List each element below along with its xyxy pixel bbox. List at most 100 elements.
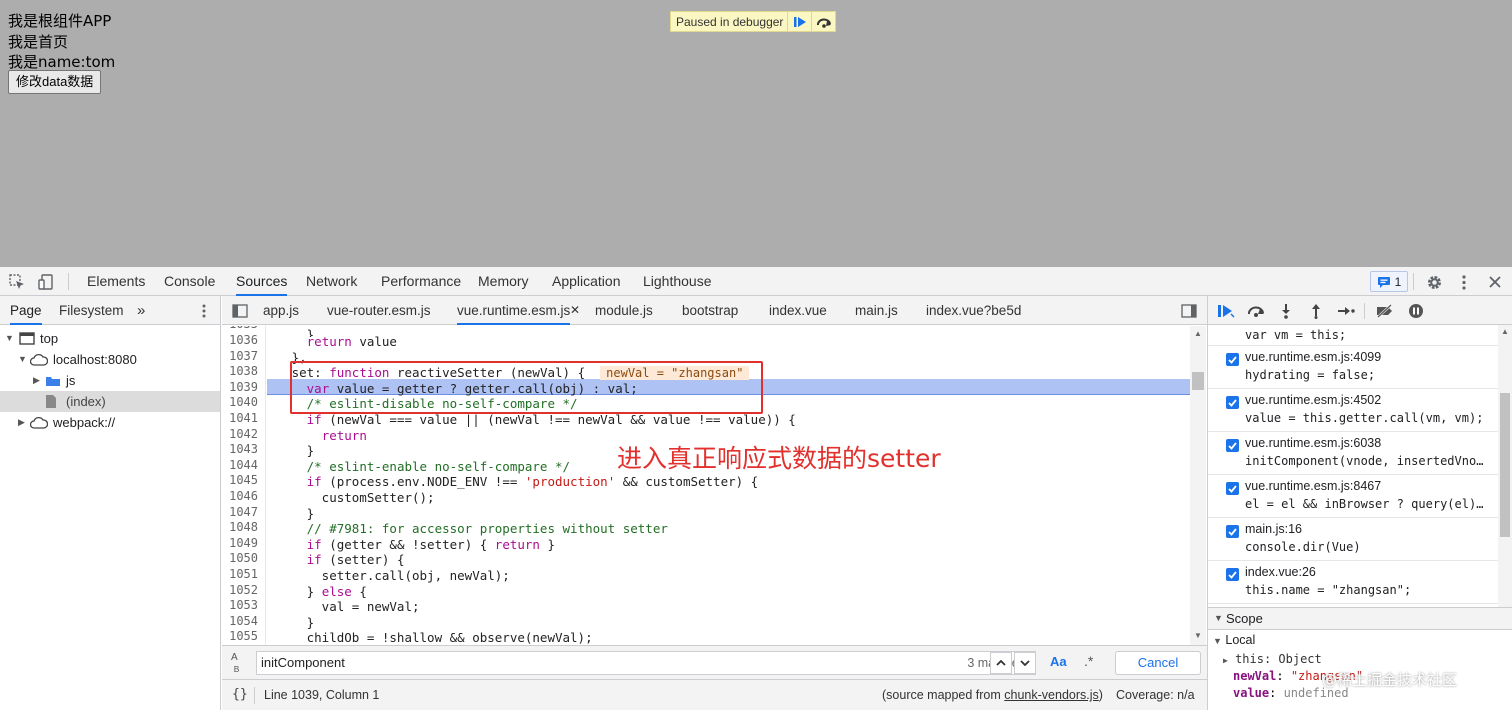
line-number: 1042 [229, 427, 258, 441]
match-case-button[interactable]: Aa [1050, 654, 1067, 669]
search-input[interactable]: initComponent 3 matches [256, 651, 1036, 675]
code-editor: app.js vue-router.esm.js vue.runtime.esm… [222, 296, 1207, 710]
tab-elements[interactable]: Elements [87, 267, 145, 296]
toggle-debugger-icon[interactable] [1180, 302, 1198, 319]
call-frame-item[interactable]: vue.runtime.esm.js:4099 hydrating = fals… [1208, 346, 1498, 389]
scope-section-header[interactable]: ▼ Scope [1208, 607, 1512, 630]
checkbox-icon[interactable] [1226, 396, 1239, 409]
modify-data-button[interactable]: 修改data数据 [8, 70, 102, 94]
cursor-position: Line 1039, Column 1 [264, 688, 380, 702]
cancel-search-button[interactable]: Cancel [1115, 651, 1201, 675]
close-devtools-icon[interactable] [1485, 272, 1505, 292]
line-number: 1036 [229, 333, 258, 347]
tab-sources[interactable]: Sources [236, 267, 288, 296]
pretty-print-icon[interactable]: {} [232, 687, 248, 702]
checkbox-icon[interactable] [1226, 482, 1239, 495]
scrollbar-thumb[interactable] [1192, 372, 1204, 390]
frame-location: vue.runtime.esm.js:6038 [1245, 436, 1382, 450]
call-frame-item[interactable]: index.vue:26 this.name = "zhangsan"; [1208, 561, 1498, 604]
file-tab-main-js[interactable]: main.js [855, 296, 898, 325]
line-numbers: 1035 1036 1037 1038 1039 1040 1041 1042 … [222, 326, 262, 646]
deactivate-breakpoints-icon[interactable] [1373, 301, 1397, 321]
nav-tab-filesystem[interactable]: Filesystem [59, 296, 124, 325]
source-map-link[interactable]: chunk-vendors.js [1004, 688, 1099, 702]
call-frame-item[interactable]: main.js:16 console.dir(Vue) [1208, 518, 1498, 561]
code-line: customSetter(); [269, 490, 435, 505]
divider [254, 687, 255, 704]
tab-application[interactable]: Application [552, 267, 621, 296]
file-tab-vue-router[interactable]: vue-router.esm.js [327, 296, 431, 325]
file-tab-vue-runtime[interactable]: vue.runtime.esm.js [457, 296, 571, 325]
checkbox-icon[interactable] [1226, 353, 1239, 366]
paused-text: Paused in debugger [676, 14, 784, 29]
file-tab-index-vue[interactable]: index.vue [769, 296, 827, 325]
scrollbar-thumb[interactable] [1500, 393, 1510, 537]
resume-icon[interactable] [787, 12, 811, 31]
source-mapped-info: (source mapped from chunk-vendors.js) [882, 688, 1103, 702]
replace-toggle-icon[interactable]: A B [231, 653, 239, 674]
nav-tab-page[interactable]: Page [10, 296, 42, 325]
tab-lighthouse[interactable]: Lighthouse [643, 267, 712, 296]
scope-local-label: Local [1225, 633, 1256, 647]
call-stack-scrollbar[interactable]: ▲ [1498, 325, 1512, 607]
more-tabs-chevron-icon[interactable]: » [137, 296, 145, 325]
scope-local-group[interactable]: ▼ Local [1213, 633, 1255, 647]
tab-performance[interactable]: Performance [381, 267, 461, 296]
previous-match-icon[interactable] [990, 652, 1012, 674]
watermark: @稀土掘金技术社区 [1322, 671, 1458, 689]
file-tab-app-js[interactable]: app.js [263, 296, 299, 325]
tree-item-localhost[interactable]: ▼ localhost:8080 [0, 349, 220, 370]
line-number: 1044 [229, 458, 258, 472]
scope-this-label: this: Object [1235, 652, 1322, 666]
call-frame-item[interactable]: vue.runtime.esm.js:4502 value = this.get… [1208, 389, 1498, 432]
line-number: 1055 [229, 629, 258, 643]
tree-item-top[interactable]: ▼ top [0, 328, 220, 349]
editor-scrollbar[interactable]: ▲ ▼ [1190, 326, 1206, 646]
tree-item-webpack[interactable]: ▶ webpack:// [0, 412, 220, 433]
code-line: } else { [269, 584, 367, 599]
device-toolbar-icon[interactable] [37, 273, 55, 291]
step-over-icon[interactable] [1245, 301, 1267, 321]
navigator-tabs: Page Filesystem » [0, 296, 220, 325]
tab-network[interactable]: Network [306, 267, 357, 296]
tree-item-index[interactable]: (index) [0, 391, 220, 412]
navigator-menu-icon[interactable] [197, 302, 211, 320]
file-tab-bootstrap[interactable]: bootstrap [682, 296, 738, 325]
step-into-icon[interactable] [1276, 301, 1296, 321]
scroll-up-icon: ▲ [1194, 329, 1202, 338]
resume-icon[interactable] [1215, 301, 1237, 321]
code-line: /* eslint-enable no-self-compare */ [306, 459, 571, 474]
step-over-icon[interactable] [811, 12, 835, 31]
toolbar-divider [68, 273, 69, 290]
call-frame-item[interactable]: vue.runtime.esm.js:8467 el = el && inBro… [1208, 475, 1498, 518]
source-mapped-suffix: ) [1098, 688, 1103, 702]
tab-memory[interactable]: Memory [478, 267, 529, 296]
scope-title: Scope [1226, 611, 1263, 626]
pause-on-exceptions-icon[interactable] [1406, 301, 1426, 321]
inspect-element-icon[interactable] [8, 273, 26, 291]
toggle-navigator-icon[interactable] [231, 302, 249, 319]
file-tab-module-js[interactable]: module.js [595, 296, 653, 325]
line-number: 1051 [229, 567, 258, 581]
checkbox-icon[interactable] [1226, 439, 1239, 452]
regex-button[interactable]: .* [1084, 653, 1093, 669]
line-number: 1054 [229, 614, 258, 628]
call-frame-item[interactable]: vue.runtime.esm.js:6038 initComponent(vn… [1208, 432, 1498, 475]
frame-location: vue.runtime.esm.js:4502 [1245, 393, 1382, 407]
coverage-info: Coverage: n/a [1116, 688, 1195, 702]
step-out-icon[interactable] [1306, 301, 1326, 321]
checkbox-icon[interactable] [1226, 568, 1239, 581]
issues-button[interactable]: 1 [1370, 271, 1408, 292]
settings-gear-icon[interactable] [1424, 272, 1444, 292]
more-options-icon[interactable] [1455, 272, 1473, 292]
source-mapped-prefix: (source mapped from [882, 688, 1005, 702]
tree-item-js-folder[interactable]: ▶ js [0, 370, 220, 391]
close-tab-icon[interactable]: ✕ [570, 296, 580, 325]
next-match-icon[interactable] [1014, 652, 1036, 674]
scope-this-row[interactable]: ▶ this: Object [1223, 651, 1322, 668]
code-line: } [269, 443, 315, 458]
checkbox-icon[interactable] [1226, 525, 1239, 538]
step-icon[interactable] [1335, 301, 1357, 321]
tab-console[interactable]: Console [164, 267, 215, 296]
file-tab-index-vue-be5d[interactable]: index.vue?be5d [926, 296, 1021, 325]
